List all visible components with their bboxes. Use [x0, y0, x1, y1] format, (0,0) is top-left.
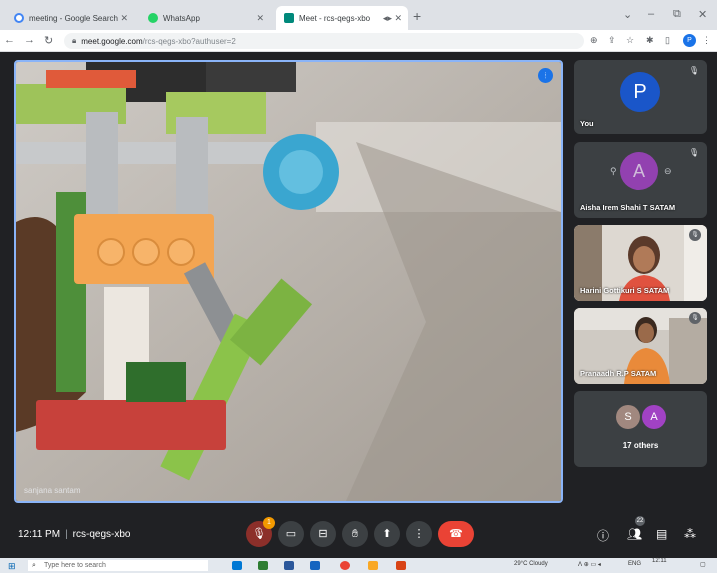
chat-icon[interactable]: ▤ [656, 527, 667, 541]
camera-toggle-button[interactable]: ▭ [278, 521, 304, 547]
meet-window: ⦙ sanjana santam P 🎙︎ You ⚲ A ⊖ 🎙︎ Aisha… [0, 52, 717, 558]
activities-icon[interactable]: ⁂ [684, 527, 696, 541]
tab-whatsapp[interactable]: WhatsApp ✕ [140, 6, 272, 30]
pin-icon[interactable]: ⚲ [610, 166, 617, 177]
mic-off-icon: 🎙︎ [688, 148, 699, 157]
people-icon[interactable]: 👥︎ [627, 527, 642, 541]
present-button[interactable]: ⬆︎ [374, 521, 400, 547]
task-view-icon[interactable] [232, 561, 242, 570]
close-icon[interactable]: ✕ [256, 13, 264, 24]
participant-tile-others[interactable]: S A 17 others [574, 391, 707, 467]
tab-title: Meet - rcs-qegs-xbo [299, 13, 371, 23]
app-icon[interactable] [310, 561, 320, 570]
file-explorer-icon[interactable] [368, 561, 378, 570]
captions-button[interactable]: ⊟ [310, 521, 336, 547]
notifications-icon[interactable]: ▢ [700, 561, 706, 568]
lock-icon[interactable]: 🔒︎ [72, 36, 76, 46]
participant-name: You [580, 119, 594, 128]
address-path: /rcs-qegs-xbo?authuser=2 [142, 36, 236, 46]
avatar: S [616, 405, 640, 429]
close-icon[interactable]: ✕ [120, 13, 128, 24]
participant-name: Pranaadh R.P SATAM [580, 369, 657, 378]
taskbar-search-input[interactable]: ⌕ Type here to search [28, 560, 208, 571]
tab-title: meeting - Google Search [29, 13, 118, 23]
minimize-icon[interactable]: – [648, 8, 654, 20]
participant-tile-you[interactable]: P 🎙︎ You [574, 60, 707, 134]
avatar: A [620, 152, 658, 190]
speaking-indicator-icon: ⦙ [538, 68, 553, 83]
address-host: meet.google.com [81, 36, 143, 46]
meeting-code: rcs-qegs-xbo [72, 529, 131, 540]
chrome-icon[interactable] [340, 561, 350, 570]
tab-search-icon[interactable]: ⌄ [623, 8, 632, 21]
profile-avatar[interactable]: P [683, 34, 696, 47]
forward-icon[interactable]: → [24, 34, 35, 46]
meeting-details-icon[interactable]: ⓘ [597, 527, 609, 544]
system-tray-icons[interactable]: ᐱ ⊕ ▭ ◂︎ [578, 561, 601, 568]
participant-name: Harini Gottikuri S SATAM [580, 286, 670, 295]
sidebar-icon[interactable]: ▯ [665, 35, 670, 46]
windows-taskbar: ⊞ ⌕ Type here to search 29°C Cloudy ᐱ ⊕ … [0, 558, 717, 573]
address-bar-row: ← → ↻ 🔒︎ meet.google.com/rcs-qegs-xbo?au… [0, 30, 717, 52]
avatar: A [642, 405, 666, 429]
windows-start-icon[interactable]: ⊞ [8, 561, 16, 572]
more-options-button[interactable]: ⋮ [406, 521, 432, 547]
others-count-label: 17 others [622, 441, 659, 450]
browser-tab-bar: meeting - Google Search ✕ WhatsApp ✕ Mee… [0, 0, 717, 30]
address-input[interactable]: 🔒︎ meet.google.com/rcs-qegs-xbo?authuser… [64, 33, 584, 49]
whatsapp-icon [148, 13, 158, 23]
bookmark-star-icon[interactable]: ☆ [626, 35, 634, 46]
separator: | [65, 529, 68, 540]
back-icon[interactable]: ← [4, 34, 15, 46]
language-label[interactable]: ENG [628, 561, 641, 567]
video-frame-lego-robot [16, 62, 561, 501]
participant-tile-harini[interactable]: 🎙︎ Harini Gottikuri S SATAM [574, 225, 707, 301]
more-options-icon[interactable]: ⊖ [664, 166, 672, 177]
share-icon[interactable]: ⇪ [608, 35, 616, 46]
tab-google-search[interactable]: meeting - Google Search ✕ [6, 6, 136, 30]
mic-off-icon: 🎙︎ [689, 312, 701, 324]
app-icon[interactable] [258, 561, 268, 570]
notification-badge: 1 [263, 517, 275, 529]
participant-name: Aisha Irem Shahi T SATAM [580, 203, 676, 212]
mic-off-icon: 🎙︎ [689, 229, 701, 241]
kebab-menu-icon[interactable]: ⋮ [702, 35, 711, 46]
leave-call-button[interactable]: ☎︎ [438, 521, 474, 547]
participant-tile-aisha[interactable]: ⚲ A ⊖ 🎙︎ Aisha Irem Shahi T SATAM [574, 142, 707, 218]
mic-off-icon: 🎙︎ [688, 66, 699, 75]
reload-icon[interactable]: ↻ [44, 34, 53, 47]
google-icon [14, 13, 24, 23]
main-video-name: sanjana santam [24, 486, 81, 495]
avatar: P [620, 72, 660, 112]
tab-meet[interactable]: Meet - rcs-qegs-xbo ◂▸ ✕ [276, 6, 408, 30]
weather-label[interactable]: 29°C Cloudy [514, 561, 548, 567]
participant-count-badge: 22 [635, 516, 645, 526]
close-icon[interactable]: ◂▸ ✕ [383, 13, 402, 24]
meeting-time: 12:11 PM [18, 529, 61, 540]
raise-hand-button[interactable]: ✋︎ [342, 521, 368, 547]
taskbar-search-placeholder: Type here to search [44, 562, 106, 569]
extensions-icon[interactable]: ✱ [646, 35, 654, 46]
participant-tile-pranaadh[interactable]: 🎙︎ Pranaadh R.P SATAM [574, 308, 707, 384]
restore-icon[interactable]: ⧉ [673, 8, 681, 21]
app-icon[interactable] [396, 561, 406, 570]
close-window-icon[interactable]: ✕ [698, 8, 707, 21]
meet-icon [284, 13, 294, 23]
new-tab-button[interactable]: + [413, 8, 421, 24]
main-video[interactable]: ⦙ sanjana santam [14, 60, 563, 503]
meeting-info: 12:11 PM | rcs-qegs-xbo [18, 529, 130, 540]
tab-title: WhatsApp [163, 13, 200, 23]
zoom-icon[interactable]: ⊕ [590, 35, 598, 46]
word-icon[interactable] [284, 561, 294, 570]
taskbar-clock[interactable]: 12:11 [652, 558, 667, 564]
search-icon: ⌕ [32, 562, 36, 569]
